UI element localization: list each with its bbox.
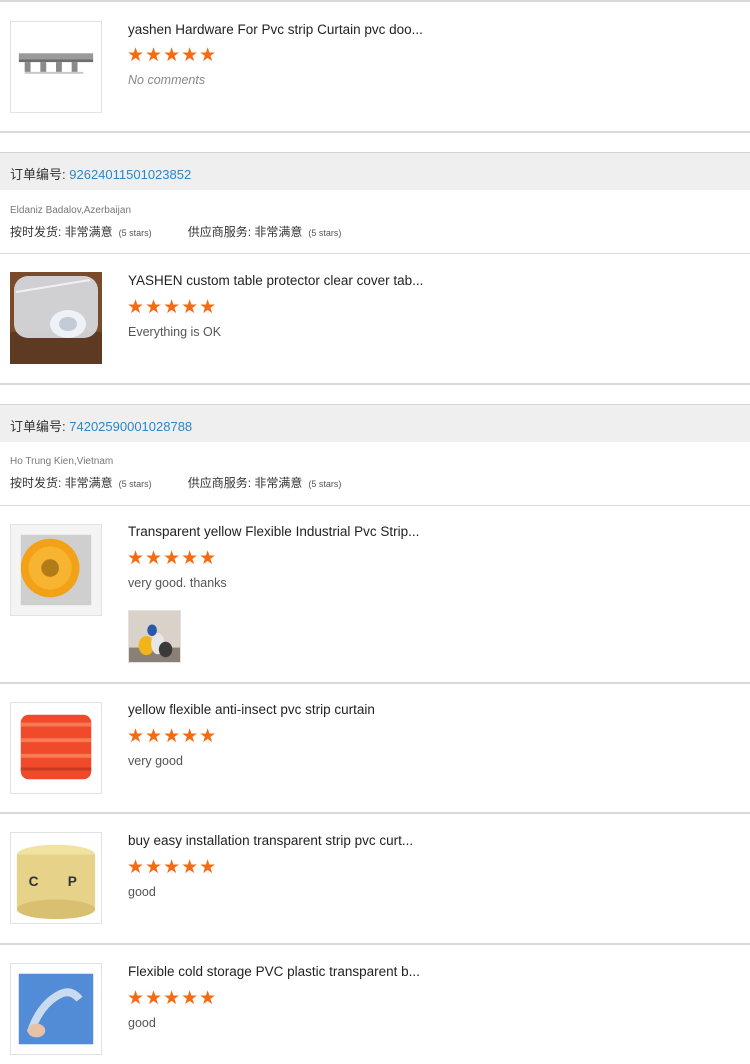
divider bbox=[0, 383, 750, 385]
review-photo[interactable] bbox=[128, 610, 181, 663]
order-header: 订单编号: 74202590001028788 bbox=[0, 404, 750, 442]
product-thumbnail-cold-storage[interactable] bbox=[10, 963, 102, 1055]
product-title[interactable]: YASHEN custom table protector clear cove… bbox=[128, 273, 423, 288]
divider bbox=[0, 943, 750, 945]
buyer-name: Eldaniz Badalov,Azerbaijan bbox=[10, 205, 132, 216]
product-title[interactable]: Flexible cold storage PVC plastic transp… bbox=[128, 964, 420, 979]
order-number-link[interactable]: 74202590001028788 bbox=[69, 419, 192, 434]
product-title[interactable]: buy easy installation transparent strip … bbox=[128, 833, 413, 848]
rating-stars: ★★★★★ bbox=[127, 988, 218, 1009]
service-rating-label: 供应商服务: 非常满意 bbox=[187, 476, 303, 490]
delivery-rating-stars: (5 stars) bbox=[118, 228, 152, 238]
review-comment: very good. thanks bbox=[128, 576, 227, 590]
divider bbox=[0, 253, 750, 254]
rating-stars: ★★★★★ bbox=[127, 857, 218, 878]
svg-text:P: P bbox=[68, 874, 77, 889]
service-rating-label: 供应商服务: 非常满意 bbox=[187, 225, 303, 239]
rating-stars: ★★★★★ bbox=[127, 45, 218, 66]
rating-stars: ★★★★★ bbox=[127, 548, 218, 569]
order-number-link[interactable]: 92624011501023852 bbox=[69, 167, 191, 182]
review-comment: good bbox=[128, 1016, 156, 1030]
rating-stars: ★★★★★ bbox=[127, 297, 218, 318]
review-comment: Everything is OK bbox=[128, 325, 222, 339]
delivery-rating-label: 按时发货: 非常满意 bbox=[10, 225, 113, 239]
svg-text:C: C bbox=[29, 874, 39, 889]
rating-stars: ★★★★★ bbox=[127, 726, 218, 747]
divider bbox=[0, 131, 750, 133]
buyer-name: Ho Trung Kien,Vietnam bbox=[10, 456, 114, 467]
seller-ratings: 按时发货: 非常满意 (5 stars) 供应商服务: 非常满意 (5 stars) bbox=[10, 223, 341, 240]
product-title[interactable]: Transparent yellow Flexible Industrial P… bbox=[128, 524, 419, 539]
product-thumbnail-hardware[interactable] bbox=[10, 21, 102, 113]
order-header: 订单编号: 92624011501023852 bbox=[0, 152, 750, 190]
product-thumbnail-table-cover[interactable] bbox=[10, 272, 102, 364]
review-comment: very good bbox=[128, 754, 183, 768]
product-thumbnail-clear-roll[interactable]: C P bbox=[10, 832, 102, 924]
delivery-rating-stars: (5 stars) bbox=[118, 479, 152, 489]
divider bbox=[0, 505, 750, 506]
product-thumbnail-yellow-roll[interactable] bbox=[10, 524, 102, 616]
service-rating-stars: (5 stars) bbox=[308, 479, 342, 489]
seller-ratings: 按时发货: 非常满意 (5 stars) 供应商服务: 非常满意 (5 stars) bbox=[10, 474, 341, 491]
product-title[interactable]: yellow flexible anti-insect pvc strip cu… bbox=[128, 702, 375, 717]
divider bbox=[0, 0, 750, 2]
review-comment: good bbox=[128, 885, 156, 899]
product-thumbnail-orange-strip[interactable] bbox=[10, 702, 102, 794]
order-number-label: 订单编号: bbox=[10, 419, 66, 434]
product-title[interactable]: yashen Hardware For Pvc strip Curtain pv… bbox=[128, 22, 423, 37]
service-rating-stars: (5 stars) bbox=[308, 228, 342, 238]
delivery-rating-label: 按时发货: 非常满意 bbox=[10, 476, 113, 490]
divider bbox=[0, 682, 750, 684]
order-number-label: 订单编号: bbox=[10, 167, 66, 182]
divider bbox=[0, 812, 750, 814]
review-comment: No comments bbox=[128, 73, 206, 87]
